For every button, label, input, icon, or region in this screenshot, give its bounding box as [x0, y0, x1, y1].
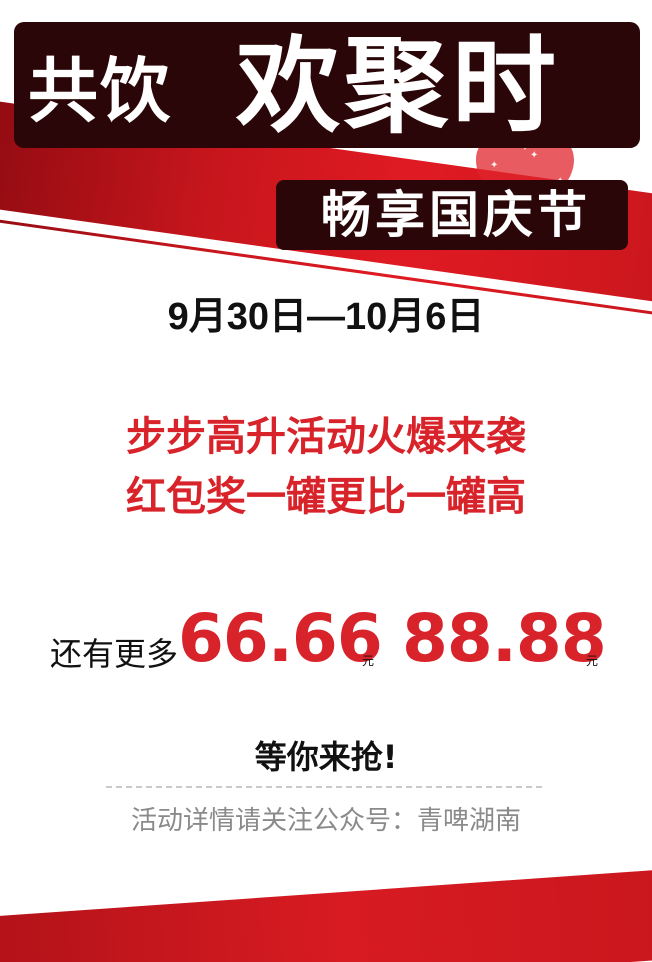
- amount-unit-2: 元: [586, 654, 599, 668]
- promo-line-2: 红包奖一罐更比一罐高: [126, 474, 526, 520]
- amount-value-2: 88.88: [402, 600, 607, 677]
- amount-unit-1: 元: [362, 654, 375, 668]
- headline: 共饮 欢聚时: [0, 6, 652, 148]
- amount-prefix: 还有更多: [50, 635, 179, 673]
- poster: ✦ ✦ ✦ 共饮 欢聚时 畅享国庆节 9月30日—10月6日 步步高升活动火爆来…: [0, 0, 652, 962]
- amount-value-1: 66.66: [178, 600, 383, 677]
- date-range: 9月30日—10月6日: [167, 296, 485, 338]
- headline-big-text: 欢聚时: [236, 25, 561, 147]
- bottom-red-band: [0, 866, 652, 962]
- sparkle-icon: ✦: [530, 150, 539, 161]
- dashed-divider: [106, 786, 542, 788]
- amount-row: 还有更多 66.66 元 88.88 元: [50, 600, 630, 680]
- promo-line-1: 步步高升活动火爆来袭: [126, 414, 526, 460]
- call-to-action: 等你来抢!: [254, 738, 398, 776]
- footnote: 活动详情请关注公众号：青啤湖南: [130, 806, 521, 836]
- sparkle-icon: ✦: [490, 160, 499, 171]
- subheadline: 畅享国庆节: [321, 186, 591, 244]
- headline-small-text: 共饮: [28, 50, 172, 132]
